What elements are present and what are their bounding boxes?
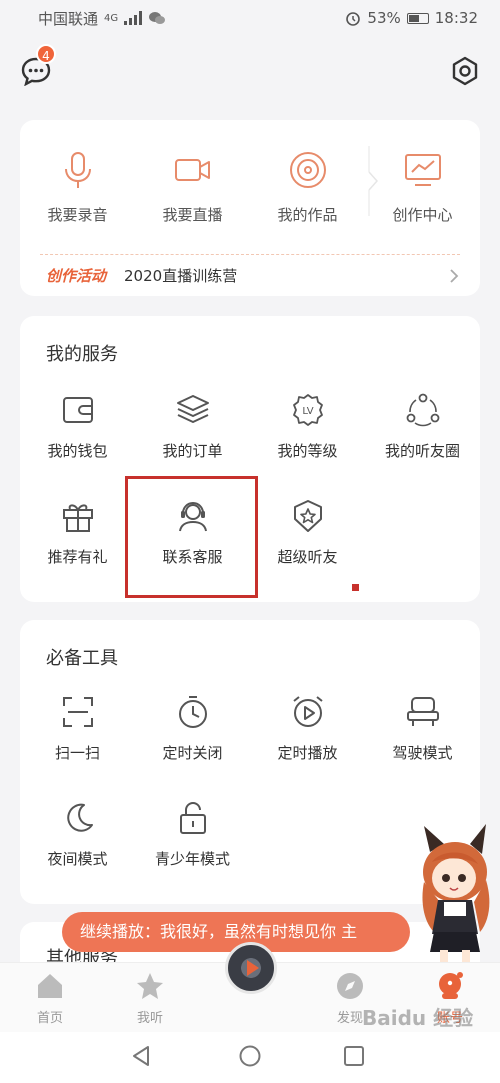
create-item-label: 我的作品 <box>277 206 338 224</box>
wallet-icon <box>62 397 93 423</box>
network-label: 4G <box>104 12 119 24</box>
service-label: 我的等级 <box>277 442 338 460</box>
tab-label: 我听 <box>136 1011 163 1026</box>
tools-title: 必备工具 <box>46 648 118 669</box>
battery-icon <box>406 12 429 24</box>
system-nav-bar <box>0 1032 500 1083</box>
status-right: 53% 18:32 <box>345 9 478 27</box>
baidu-watermark: Baidu 经验 <box>362 1006 474 1030</box>
chevron-right-icon <box>450 269 459 283</box>
referral-gift-button[interactable]: 推荐有礼 <box>20 492 135 598</box>
microphone-icon <box>64 152 91 188</box>
tool-label: 扫一扫 <box>54 744 100 762</box>
driving-mode-button[interactable]: 驾驶模式 <box>365 688 480 794</box>
scan-icon <box>62 697 93 727</box>
tool-label: 定时关闭 <box>162 744 223 762</box>
services-card: 我的服务 我的钱包 我的订单 LV 我的等级 我的听友圈 推荐有礼 联系客服 超… <box>20 316 480 602</box>
home-icon <box>38 974 62 998</box>
create-item-label: 创作中心 <box>392 206 453 224</box>
gift-icon <box>62 504 93 532</box>
tab-label: 发现 <box>336 1011 363 1026</box>
go-live-button[interactable]: 我要直播 <box>135 144 250 240</box>
sleep-timer-button[interactable]: 定时关闭 <box>135 688 250 794</box>
mascot-character-image[interactable] <box>410 822 500 968</box>
video-camera-icon <box>174 159 210 181</box>
tool-label: 青少年模式 <box>154 850 230 868</box>
my-works-button[interactable]: 我的作品 <box>250 144 365 240</box>
service-label: 我的听友圈 <box>384 442 460 460</box>
teen-mode-button[interactable]: 青少年模式 <box>135 794 250 900</box>
activity-text: 2020直播训练营 <box>124 266 238 285</box>
tool-label: 定时播放 <box>277 744 338 762</box>
level-badge-icon: LV <box>292 394 323 426</box>
create-card: 我要录音 我要直播 我的作品 创作中心 创作活动 2020直播训练营 <box>20 120 480 296</box>
status-left: 中国联通 4G <box>38 8 166 29</box>
moon-icon <box>66 803 93 832</box>
create-item-label: 我要录音 <box>47 206 108 224</box>
svg-text:LV: LV <box>302 406 313 417</box>
tool-label: 夜间模式 <box>47 850 108 868</box>
tab-home[interactable]: 首页 <box>0 963 100 1032</box>
account-icon <box>439 972 463 999</box>
wechat-icon <box>149 12 166 24</box>
disc-icon <box>289 152 326 188</box>
scheduled-play-button[interactable]: 定时播放 <box>250 688 365 794</box>
timer-icon <box>178 696 207 728</box>
service-label: 我的钱包 <box>47 442 108 460</box>
highlight-box <box>125 476 258 598</box>
settings-hexagon-icon <box>452 56 478 86</box>
compass-icon <box>337 973 363 999</box>
create-row: 我要录音 我要直播 我的作品 创作中心 <box>20 144 480 240</box>
level-button[interactable]: LV 我的等级 <box>250 386 365 492</box>
car-seat-icon <box>406 697 439 726</box>
service-label: 我的订单 <box>162 442 223 460</box>
signal-icon <box>124 11 143 25</box>
service-label: 推荐有礼 <box>47 548 108 566</box>
alarm-icon <box>346 12 361 26</box>
monitor-chart-icon <box>404 154 441 186</box>
carrier-label: 中国联通 <box>38 9 99 28</box>
activity-tag: 创作活动 <box>46 266 107 285</box>
clock: 18:32 <box>434 9 478 27</box>
creative-activity-row[interactable]: 创作活动 2020直播训练营 <box>20 254 480 296</box>
scan-button[interactable]: 扫一扫 <box>20 688 135 794</box>
star-badge-icon <box>293 500 322 532</box>
friends-circle-icon <box>406 393 439 427</box>
header: 4 <box>0 40 500 96</box>
tab-label: 首页 <box>36 1011 63 1026</box>
night-mode-button[interactable]: 夜间模式 <box>20 794 135 900</box>
now-playing-disc[interactable] <box>225 942 277 994</box>
create-item-label: 我要直播 <box>162 206 223 224</box>
settings-button[interactable] <box>450 56 480 86</box>
messages-badge: 4 <box>36 44 56 64</box>
alarm-play-icon <box>292 696 323 727</box>
service-label: 超级听友 <box>277 548 338 566</box>
star-icon <box>137 973 163 999</box>
tab-listen[interactable]: 我听 <box>100 963 200 1032</box>
record-audio-button[interactable]: 我要录音 <box>20 144 135 240</box>
tool-label: 驾驶模式 <box>392 744 453 762</box>
back-triangle-icon[interactable] <box>130 1044 154 1068</box>
red-dot-marker <box>352 584 359 591</box>
layers-icon <box>176 395 209 423</box>
friends-circle-button[interactable]: 我的听友圈 <box>365 386 480 492</box>
play-disc-icon <box>247 960 259 976</box>
status-bar: 中国联通 4G 53% 18:32 <box>0 0 500 36</box>
home-circle-icon[interactable] <box>238 1044 262 1068</box>
wallet-button[interactable]: 我的钱包 <box>20 386 135 492</box>
services-title: 我的服务 <box>46 344 118 365</box>
super-listener-button[interactable]: 超级听友 <box>250 492 365 598</box>
lock-icon <box>179 802 206 834</box>
battery-percent: 53% <box>367 9 401 27</box>
recent-apps-icon[interactable] <box>342 1044 366 1068</box>
divider-chevron <box>368 146 379 216</box>
